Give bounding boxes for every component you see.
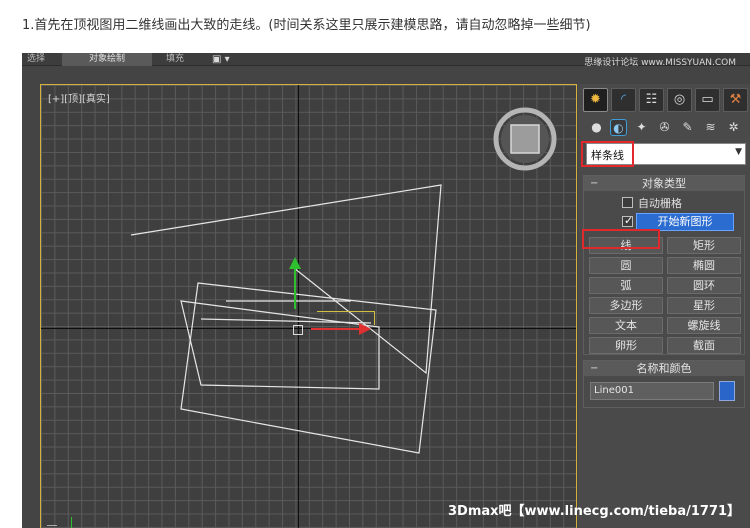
helix-button[interactable]: 螺旋线 bbox=[667, 317, 741, 334]
object-color-swatch[interactable] bbox=[719, 381, 735, 401]
star-button[interactable]: 星形 bbox=[667, 297, 741, 314]
create-icon[interactable]: ✹ bbox=[583, 88, 608, 112]
arc-button[interactable]: 弧 bbox=[589, 277, 663, 294]
caption-text: 1.首先在顶视图用二维线画出大致的走线。(时间关系这里只展示建模思路，请自动忽略… bbox=[22, 18, 591, 33]
gizmo-y-arrow-icon[interactable] bbox=[289, 257, 301, 269]
tab-object-paint[interactable]: 对象绘制 bbox=[62, 53, 152, 66]
mini-axis-x bbox=[47, 525, 57, 526]
ribbon-menu-icon[interactable]: ▣ ▾ bbox=[212, 53, 230, 66]
viewcube-icon[interactable] bbox=[493, 107, 557, 171]
donut-button[interactable]: 圆环 bbox=[667, 277, 741, 294]
name-color-header[interactable]: − 名称和颜色 bbox=[584, 361, 744, 376]
hierarchy-icon[interactable]: ☷ bbox=[639, 88, 664, 112]
object-name-field[interactable]: Line001 bbox=[590, 382, 714, 400]
spacewarps-icon[interactable]: ≋ bbox=[702, 119, 719, 136]
gizmo-x-axis[interactable] bbox=[311, 328, 363, 330]
circle-button[interactable]: 圆 bbox=[589, 257, 663, 274]
ellipse-button[interactable]: 椭圆 bbox=[667, 257, 741, 274]
object-type-rollout: − 对象类型 自动栅格 ✓ 开始新图形 线 矩形 圆 椭圆 弧 圆环 多边形 星… bbox=[583, 175, 745, 355]
egg-button[interactable]: 卵形 bbox=[589, 337, 663, 354]
watermark-bottom: 3Dmax吧【www.linecg.com/tieba/1771】 bbox=[448, 504, 741, 519]
auto-grid-label: 自动栅格 bbox=[638, 197, 682, 210]
pivot-point bbox=[293, 325, 303, 335]
watermark-top: 思缘设计论坛 www.MISSYUAN.COM bbox=[584, 58, 736, 68]
viewport-label[interactable]: [+][顶][真实] bbox=[48, 90, 110, 105]
shapes-icon[interactable]: ◐ bbox=[610, 119, 627, 136]
geometry-icon[interactable]: ● bbox=[588, 119, 605, 136]
gizmo-x-arrow-icon[interactable] bbox=[359, 323, 371, 335]
top-viewport[interactable]: [+][顶][真实] bbox=[40, 84, 577, 528]
mini-axis-y bbox=[71, 517, 72, 528]
spline-outer bbox=[130, 184, 442, 375]
motion-icon[interactable]: ◎ bbox=[667, 88, 692, 112]
systems-icon[interactable]: ✲ bbox=[725, 119, 742, 136]
helpers-icon[interactable]: ✎ bbox=[679, 119, 696, 136]
ngon-button[interactable]: 多边形 bbox=[589, 297, 663, 314]
lights-icon[interactable]: ✦ bbox=[633, 119, 650, 136]
section-button[interactable]: 截面 bbox=[667, 337, 741, 354]
start-new-shape-checkbox[interactable]: ✓ bbox=[622, 214, 634, 227]
chevron-down-icon: ▼ bbox=[735, 147, 742, 157]
tab-populate[interactable]: 填充 bbox=[158, 53, 192, 66]
ribbon-tab-strip: 选择 对象绘制 填充 ▣ ▾ 思缘设计论坛 www.MISSYUAN.COM bbox=[22, 53, 750, 68]
object-type-title: 对象类型 bbox=[642, 177, 686, 190]
check-icon: ✓ bbox=[624, 214, 634, 227]
tab-select[interactable]: 选择 bbox=[22, 53, 50, 66]
name-color-title: 名称和颜色 bbox=[636, 362, 692, 375]
command-panel: ✹ ◜ ☷ ◎ ▭ ⚒ ● ◐ ✦ ✇ ✎ ≋ ✲ 样条线 ▼ − 对象类型 自… bbox=[578, 84, 750, 528]
gizmo-y-axis[interactable] bbox=[294, 263, 296, 309]
auto-grid-checkbox[interactable] bbox=[622, 197, 633, 208]
spline-middle bbox=[180, 282, 437, 454]
name-color-rollout: − 名称和颜色 Line001 bbox=[583, 360, 745, 408]
display-icon[interactable]: ▭ bbox=[695, 88, 720, 112]
cameras-icon[interactable]: ✇ bbox=[656, 119, 673, 136]
highlight-box-line bbox=[582, 229, 660, 249]
highlight-box-dropdown bbox=[581, 141, 634, 167]
modify-icon[interactable]: ◜ bbox=[611, 88, 636, 112]
object-type-header[interactable]: − 对象类型 bbox=[584, 176, 744, 191]
max-window: 选择 对象绘制 填充 ▣ ▾ 思缘设计论坛 www.MISSYUAN.COM [… bbox=[22, 53, 750, 528]
rectangle-button[interactable]: 矩形 bbox=[667, 237, 741, 254]
utilities-icon[interactable]: ⚒ bbox=[723, 88, 748, 112]
text-button[interactable]: 文本 bbox=[589, 317, 663, 334]
